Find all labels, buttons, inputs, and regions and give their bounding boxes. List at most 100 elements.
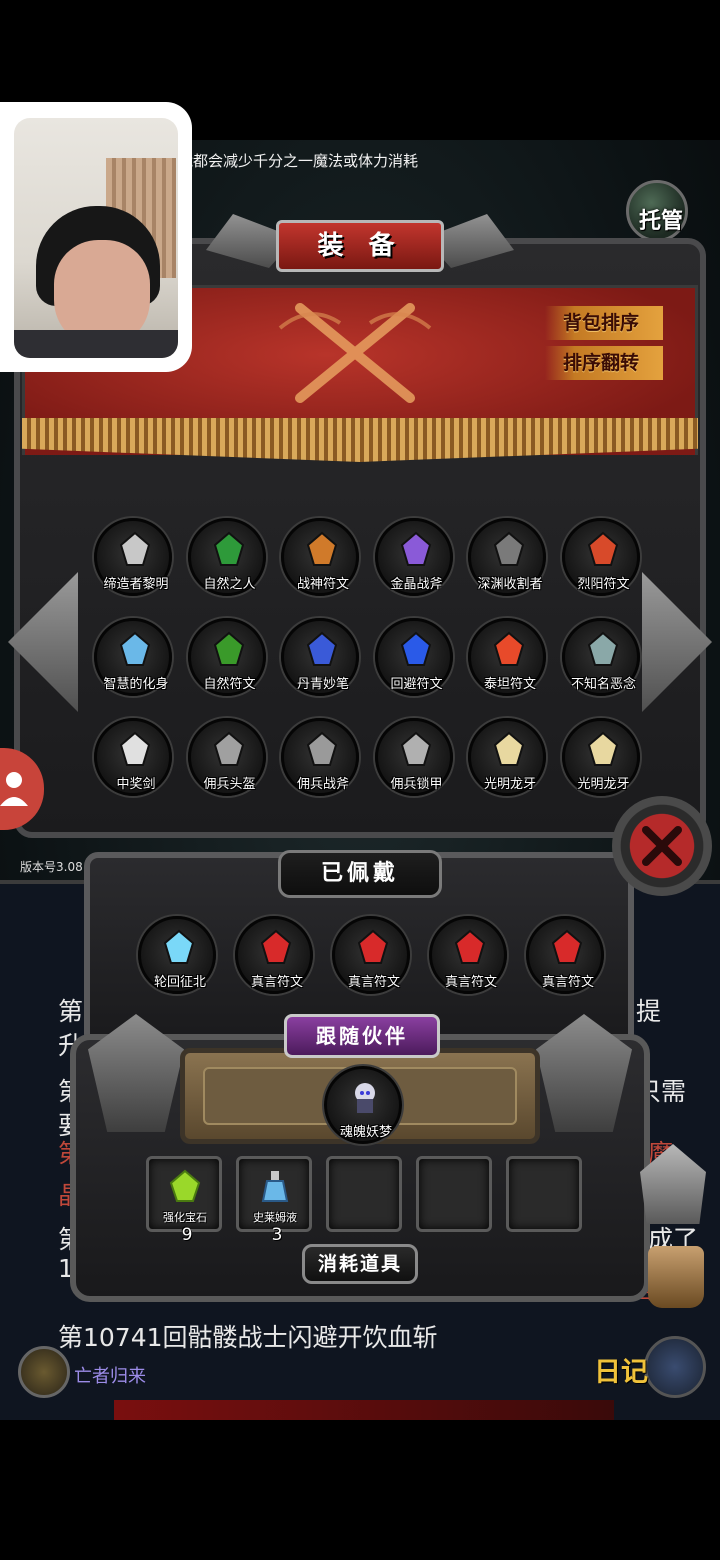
equipment-item-label: 烈阳符文 bbox=[577, 577, 630, 592]
equipment-item-label: 自然之人 bbox=[203, 577, 256, 592]
companion-name: 魂魄妖梦 bbox=[339, 1125, 392, 1140]
equipment-item-slot[interactable]: 不知名恶念 bbox=[561, 618, 640, 696]
profile-tab[interactable] bbox=[0, 748, 44, 830]
worn-item-icon bbox=[163, 929, 195, 964]
worn-item-slot[interactable]: 轮回征北 bbox=[138, 916, 216, 994]
equipment-item-label: 缔造者黎明 bbox=[103, 577, 169, 592]
consumable-count: 3 bbox=[271, 1225, 283, 1245]
equipment-item-slot[interactable]: 烈阳符文 bbox=[561, 518, 640, 596]
equipment-title-plate: 装 备 bbox=[276, 220, 444, 272]
equipment-item-label: 自然符文 bbox=[203, 677, 256, 692]
close-button[interactable] bbox=[612, 796, 712, 896]
undead-return-label[interactable]: 亡者归来 bbox=[74, 1362, 146, 1388]
auto-host-button[interactable]: 托管 bbox=[626, 180, 688, 242]
equipment-item-label: 回避符文 bbox=[390, 677, 443, 692]
video-call-overlay[interactable] bbox=[0, 102, 192, 372]
worn-item-slot[interactable]: 真言符文 bbox=[526, 916, 604, 994]
equipment-title: 装 备 bbox=[317, 231, 403, 261]
worn-item-icon bbox=[454, 929, 486, 964]
worn-item-icon bbox=[357, 929, 389, 964]
companion-title: 跟随伙伴 bbox=[316, 1024, 408, 1048]
status-message: 能都会减少千分之一魔法或体力消耗 bbox=[178, 152, 419, 170]
worn-item-slot[interactable]: 真言符文 bbox=[235, 916, 313, 994]
equipment-item-slot[interactable]: 佣兵头盔 bbox=[187, 718, 266, 796]
ghost-girl-icon bbox=[355, 1083, 375, 1113]
empty-consumable-slot[interactable] bbox=[326, 1156, 402, 1232]
equipment-item-label: 泰坦符文 bbox=[483, 677, 536, 692]
equipment-item-slot[interactable]: 缔造者黎明 bbox=[94, 518, 172, 596]
equipment-item-label: 佣兵锁甲 bbox=[390, 777, 443, 792]
undead-avatar[interactable] bbox=[18, 1346, 70, 1398]
equipment-item-slot[interactable]: 深渊收割者 bbox=[468, 518, 546, 596]
worn-item-label: 真言符文 bbox=[541, 975, 594, 990]
equipment-item-icon bbox=[119, 531, 151, 566]
equipment-item-icon bbox=[400, 731, 431, 766]
equipment-item-icon bbox=[306, 531, 338, 566]
log-line: 第 bbox=[58, 997, 84, 1026]
equipment-item-label: 光明龙牙 bbox=[577, 777, 630, 792]
empty-consumable-slot[interactable] bbox=[416, 1156, 492, 1232]
consumables-title: 消耗道具 bbox=[317, 1253, 402, 1275]
tavern-mug-button[interactable] bbox=[648, 1246, 704, 1308]
equipment-item-slot[interactable]: 自然之人 bbox=[187, 518, 266, 596]
auto-host-label: 托管 bbox=[638, 209, 683, 234]
equipment-item-label: 智慧的化身 bbox=[103, 677, 169, 692]
worn-item-label: 真言符文 bbox=[250, 975, 303, 990]
equipment-item-slot[interactable]: 佣兵战斧 bbox=[281, 718, 359, 796]
worn-item-slot[interactable]: 真言符文 bbox=[332, 916, 410, 994]
equipment-item-icon bbox=[493, 731, 525, 766]
equipment-item-slot[interactable]: 回避符文 bbox=[374, 618, 453, 696]
equipment-item-label: 光明龙牙 bbox=[483, 777, 536, 792]
equipment-item-icon bbox=[493, 631, 525, 666]
worn-item-slot[interactable]: 真言符文 bbox=[429, 916, 507, 994]
equipment-item-icon bbox=[493, 531, 525, 566]
log-line-right: 提 bbox=[636, 997, 662, 1026]
worn-title-plate: 已佩戴 bbox=[278, 850, 442, 898]
equipment-item-label: 中奖剑 bbox=[116, 777, 156, 792]
user-icon bbox=[0, 772, 28, 806]
equipment-item-icon bbox=[400, 631, 431, 666]
companion-slot[interactable]: 魂魄妖梦 bbox=[324, 1066, 402, 1144]
consumable-slot[interactable]: 史莱姆液 3 bbox=[236, 1156, 312, 1245]
consumable-count: 9 bbox=[181, 1225, 193, 1245]
equipment-item-slot[interactable]: 中奖剑 bbox=[94, 718, 172, 796]
empty-consumable-slot[interactable] bbox=[506, 1156, 582, 1232]
worn-item-label: 轮回征北 bbox=[153, 975, 206, 990]
equipment-item-slot[interactable]: 金晶战斧 bbox=[374, 518, 453, 596]
version-label: 版本号3.08 bbox=[20, 860, 83, 874]
equipment-item-slot[interactable]: 泰坦符文 bbox=[468, 618, 546, 696]
worn-item-icon bbox=[551, 929, 583, 964]
worn-title: 已佩戴 bbox=[320, 861, 399, 886]
sort-bag-label: 背包排序 bbox=[562, 312, 639, 334]
equipment-item-slot[interactable]: 佣兵锁甲 bbox=[374, 718, 453, 796]
equipment-item-slot[interactable]: 自然符文 bbox=[187, 618, 266, 696]
equipment-item-icon bbox=[587, 631, 618, 666]
crossed-swords-emblem bbox=[278, 303, 432, 403]
equipment-item-label: 不知名恶念 bbox=[570, 677, 636, 692]
equipment-item-slot[interactable]: 智慧的化身 bbox=[94, 618, 172, 696]
companion-title-plate: 跟随伙伴 bbox=[284, 1014, 440, 1058]
sort-reverse-button[interactable]: 排序翻转 bbox=[545, 346, 663, 380]
equipment-item-icon bbox=[306, 631, 338, 666]
equipment-item-icon bbox=[400, 531, 431, 566]
worn-item-icon bbox=[260, 929, 292, 964]
equipment-item-slot[interactable]: 光明龙牙 bbox=[468, 718, 546, 796]
equipment-item-icon bbox=[306, 731, 338, 766]
equipment-item-slot[interactable]: 光明龙牙 bbox=[561, 718, 640, 796]
enhance-gem-icon bbox=[169, 1169, 201, 1202]
equipment-item-slot[interactable]: 战神符文 bbox=[281, 518, 359, 596]
consumable-slot[interactable]: 强化宝石 9 bbox=[146, 1156, 222, 1245]
equipment-item-label: 战神符文 bbox=[296, 577, 349, 592]
bottom-progress-strip bbox=[114, 1400, 614, 1420]
worn-item-label: 真言符文 bbox=[444, 975, 497, 990]
potion-icon bbox=[261, 1171, 289, 1202]
equipment-item-slot[interactable]: 丹青妙笔 bbox=[281, 618, 359, 696]
equipment-item-icon bbox=[119, 731, 151, 766]
diary-book-button[interactable] bbox=[644, 1336, 706, 1398]
consumable-label: 强化宝石 bbox=[163, 1211, 207, 1224]
equipment-item-icon bbox=[213, 531, 244, 566]
diary-label[interactable]: 日记 bbox=[594, 1350, 648, 1389]
consumable-label: 史莱姆液 bbox=[253, 1211, 297, 1224]
sort-bag-button[interactable]: 背包排序 bbox=[545, 306, 663, 340]
log-line-latest: 第10741回骷髅战士闪避开饮血斩 bbox=[58, 1323, 438, 1352]
